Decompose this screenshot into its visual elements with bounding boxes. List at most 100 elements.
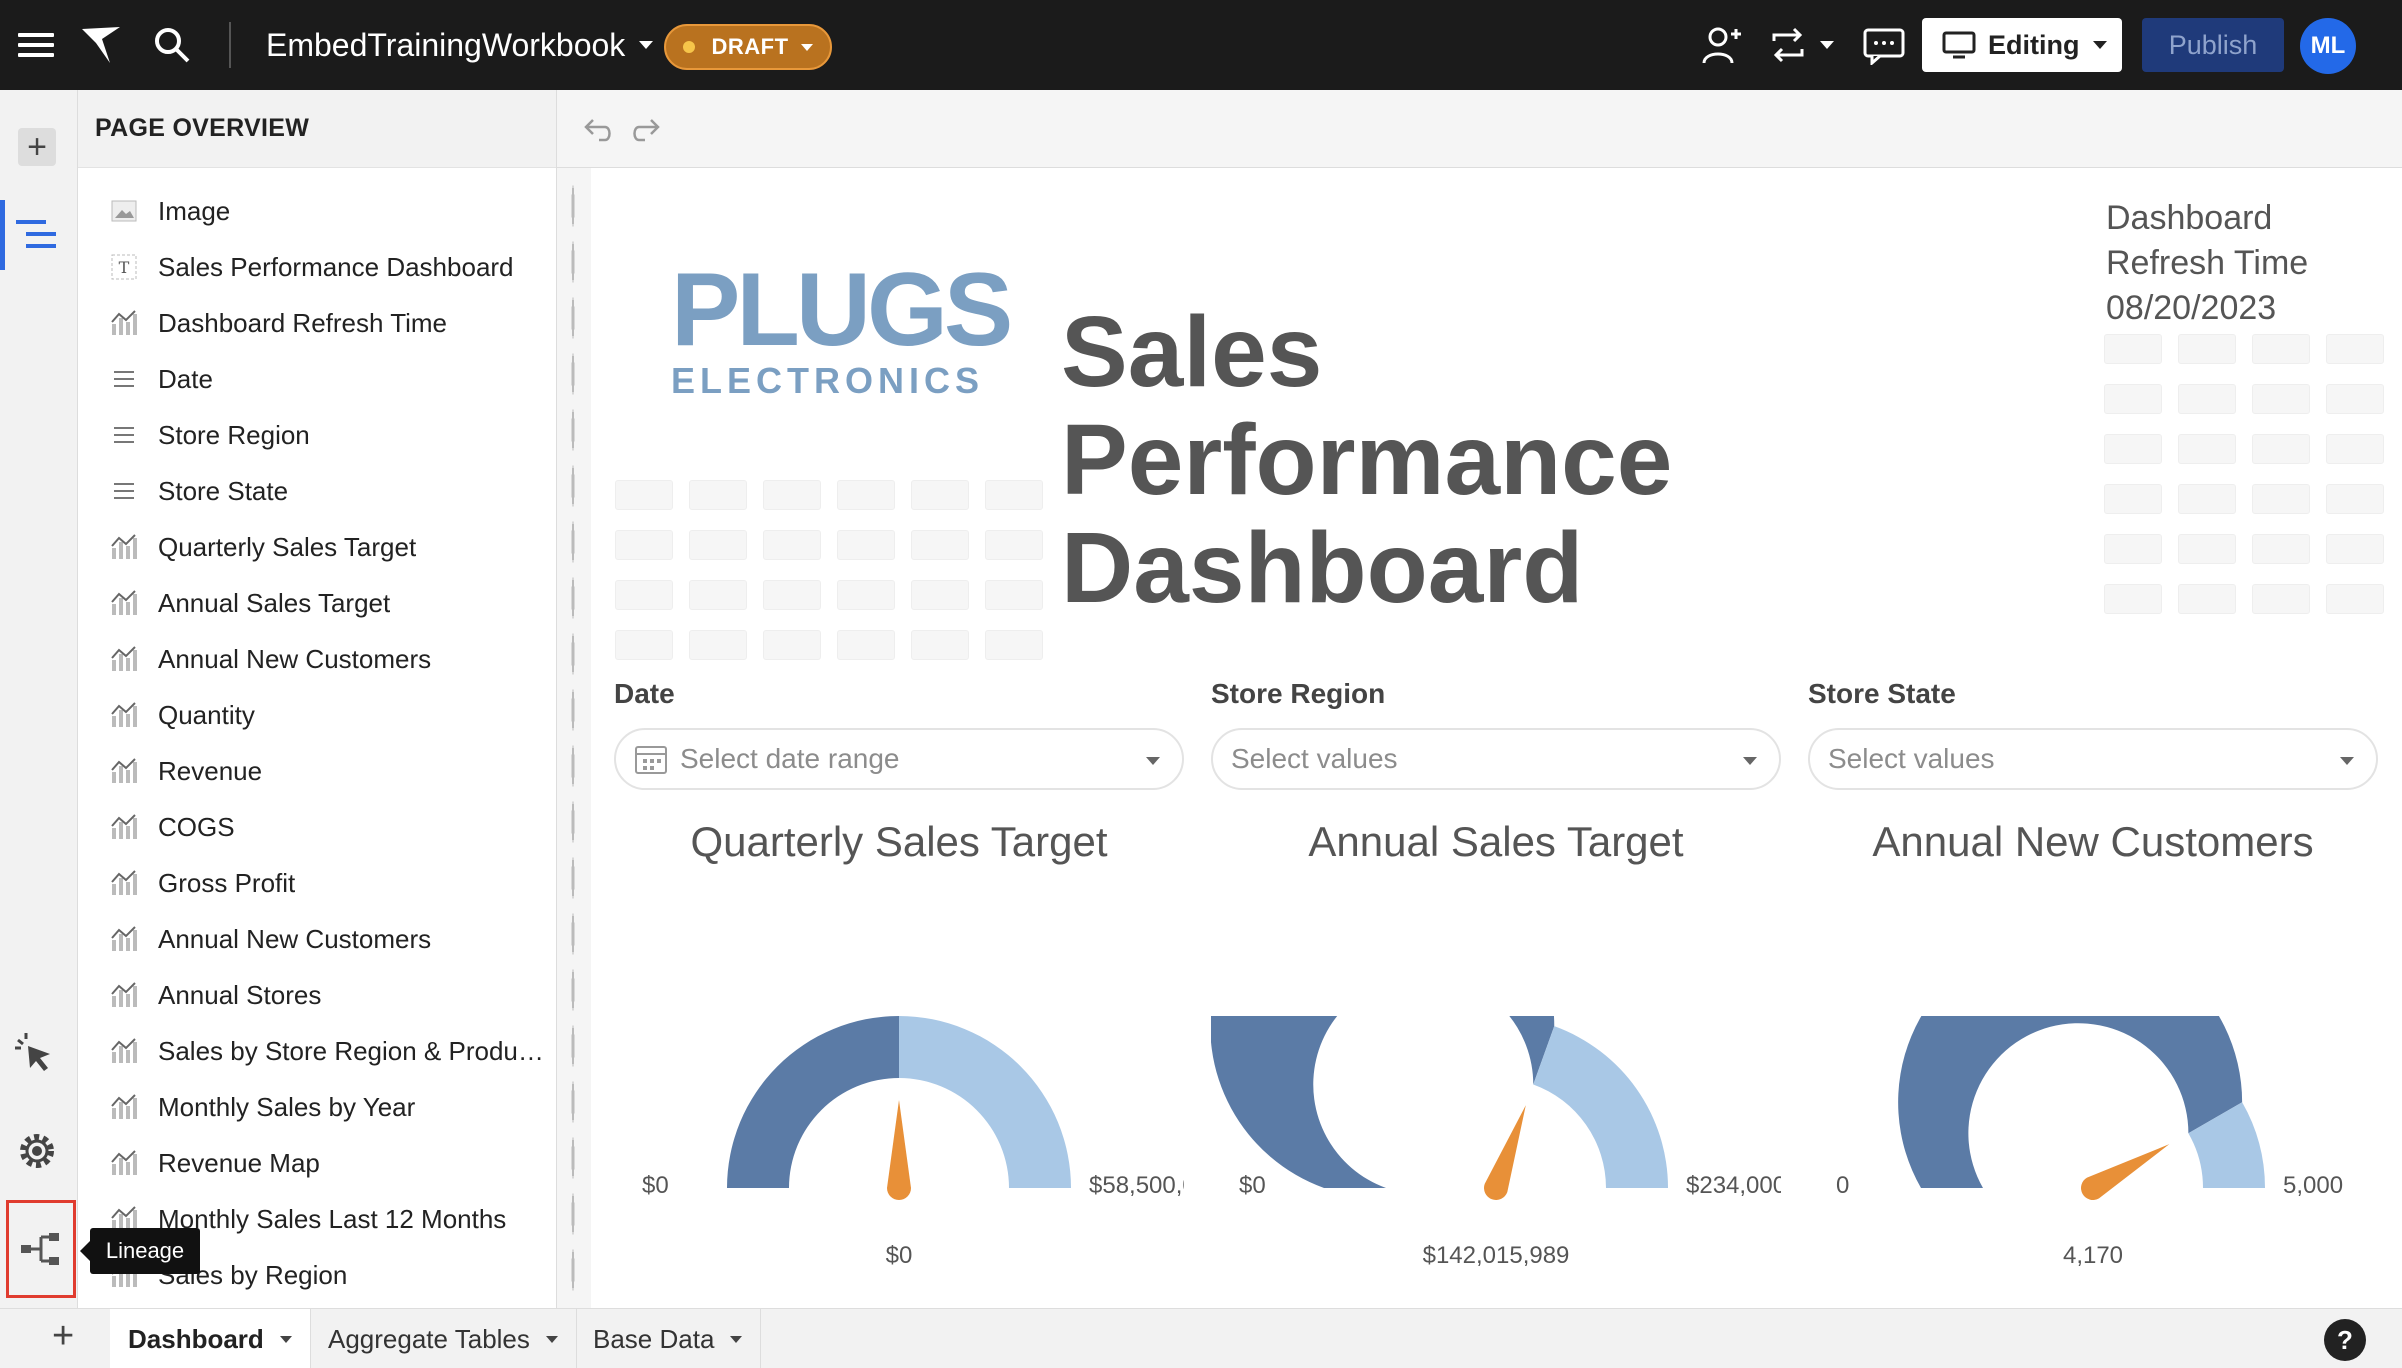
dashboard-title[interactable]: Sales Performance Dashboard (1061, 298, 1961, 622)
app-logo-icon[interactable] (80, 0, 122, 90)
overview-item-label: Dashboard Refresh Time (158, 307, 448, 338)
tab-base-data[interactable]: Base Data (575, 1309, 762, 1368)
chevron-down-icon (639, 41, 654, 49)
chevron-down-icon (800, 43, 813, 51)
gauge-title: Annual New Customers (1872, 818, 2314, 865)
avatar[interactable]: ML (2300, 18, 2356, 74)
chevron-down-icon (2340, 757, 2354, 765)
company-logo[interactable]: PLUGS ELECTRONICS (671, 258, 1013, 402)
chevron-down-icon[interactable] (279, 1335, 292, 1343)
chart-icon (110, 758, 138, 784)
overview-list-item[interactable]: Date (78, 351, 557, 407)
workbook-title-menu[interactable]: EmbedTrainingWorkbook (266, 0, 654, 90)
gauge-chart[interactable] (1211, 1016, 1781, 1246)
overview-item-label: Annual Stores (158, 979, 322, 1010)
overview-list-item[interactable]: Annual Sales Target (78, 575, 557, 631)
overview-list-item[interactable]: Image (78, 183, 557, 239)
refresh-line-2: Refresh Time (2106, 244, 2309, 282)
store-region-placeholder: Select values (1231, 743, 1398, 774)
logo-subtext: ELECTRONICS (671, 360, 985, 401)
swap-icon[interactable] (1766, 0, 1834, 90)
overview-item-label: Revenue Map (158, 1147, 320, 1178)
overview-list-item[interactable]: Store State (78, 463, 557, 519)
divider (229, 22, 231, 68)
active-indicator (0, 200, 5, 270)
overview-item-label: Image (158, 195, 231, 226)
chevron-down-icon[interactable] (730, 1335, 743, 1343)
store-state-select[interactable]: Select values (1808, 728, 2378, 790)
overview-list-item[interactable]: Quarterly Sales Target (78, 519, 557, 575)
refresh-time-kpi[interactable]: Dashboard Refresh Time 08/20/2023 (2106, 196, 2326, 328)
chart-icon (110, 702, 138, 728)
undo-icon[interactable] (583, 114, 615, 149)
calendar-icon (635, 746, 667, 774)
overview-item-label: Store Region (158, 419, 310, 450)
gauge-max-label: 5,000 (2283, 1172, 2344, 1199)
chevron-down-icon (1146, 757, 1160, 765)
chart-icon (110, 982, 138, 1008)
gauge-value-label: 4,170 (2062, 1242, 2124, 1269)
overview-list-item[interactable]: COGS (78, 799, 557, 855)
gauge-chart[interactable] (614, 1016, 1184, 1246)
refresh-date: 08/20/2023 (2106, 289, 2277, 327)
draft-status-badge[interactable]: DRAFT (664, 24, 832, 70)
overview-list-item[interactable]: Monthly Sales by Year (78, 1079, 557, 1135)
overview-item-label: Annual New Customers (158, 643, 432, 674)
comment-icon[interactable] (1862, 0, 1906, 90)
gear-icon[interactable] (16, 1130, 58, 1177)
overview-item-label: Annual New Customers (158, 923, 432, 954)
chevron-down-icon (2093, 41, 2108, 49)
title-line-1: Sales Performance (1061, 296, 1673, 516)
help-button[interactable]: ? (2324, 1319, 2366, 1361)
overview-list-item[interactable]: Annual New Customers (78, 631, 557, 687)
overview-list-item[interactable]: Dashboard Refresh Time (78, 295, 557, 351)
date-range-select[interactable]: Select date range (614, 728, 1184, 790)
tab-aggregate-tables[interactable]: Aggregate Tables (310, 1309, 577, 1368)
add-element-button[interactable]: + (18, 128, 56, 166)
overview-list-item[interactable]: Sales by Store Region & Produc… (78, 1023, 557, 1079)
gauge-remaining-arc (1533, 1026, 1668, 1188)
add-page-button[interactable]: + (52, 1317, 74, 1355)
overview-list-item[interactable]: Store Region (78, 407, 557, 463)
overview-list-item[interactable]: Revenue Map (78, 1135, 557, 1191)
add-user-icon[interactable] (1700, 0, 1744, 90)
interaction-cursor-icon[interactable] (14, 1032, 58, 1081)
tab-dashboard[interactable]: Dashboard (110, 1309, 311, 1368)
status-dot-icon (683, 41, 696, 53)
gauge-remaining-arc (899, 1016, 1071, 1188)
overview-list-item[interactable]: Gross Profit (78, 855, 557, 911)
lineage-button[interactable] (6, 1200, 76, 1298)
search-icon[interactable] (152, 0, 192, 90)
store-state-label: Store State (1808, 678, 1956, 709)
gauge-chart[interactable] (1808, 1016, 2378, 1246)
editing-mode-button[interactable]: Editing (1922, 18, 2122, 72)
overview-item-label: Revenue (158, 755, 263, 786)
overview-list-item[interactable]: Quantity (78, 687, 557, 743)
page-overview-icon[interactable] (16, 218, 60, 259)
canvas: PLUGS ELECTRONICS Sales Performance Dash… (557, 168, 2402, 1308)
publish-button[interactable]: Publish (2142, 18, 2284, 72)
overview-list-item[interactable]: T Sales Performance Dashboard (78, 239, 557, 295)
title-line-2: Dashboard (1061, 512, 1584, 624)
redo-icon[interactable] (629, 114, 661, 149)
overview-list-item[interactable]: Annual Stores (78, 967, 557, 1023)
tab-label: Dashboard (128, 1323, 264, 1354)
overview-list-item[interactable]: Annual New Customers (78, 911, 557, 967)
lineage-icon (21, 1233, 59, 1265)
chart-icon (110, 646, 138, 672)
editing-label: Editing (1988, 29, 2080, 60)
control-icon (110, 425, 138, 445)
overview-item-label: Quarterly Sales Target (158, 531, 417, 562)
chevron-down-icon[interactable] (545, 1335, 558, 1343)
control-icon (110, 481, 138, 501)
canvas-toolbar (557, 90, 2402, 168)
status-badge-label: DRAFT (711, 34, 789, 59)
date-control-label: Date (614, 678, 675, 709)
overview-item-label: Gross Profit (158, 867, 296, 898)
chart-icon (110, 534, 138, 560)
workbook-title: EmbedTrainingWorkbook (266, 26, 626, 63)
overview-list-item[interactable]: Revenue (78, 743, 557, 799)
menu-icon[interactable] (18, 0, 58, 90)
store-region-select[interactable]: Select values (1211, 728, 1781, 790)
grid-dots (571, 178, 575, 1298)
